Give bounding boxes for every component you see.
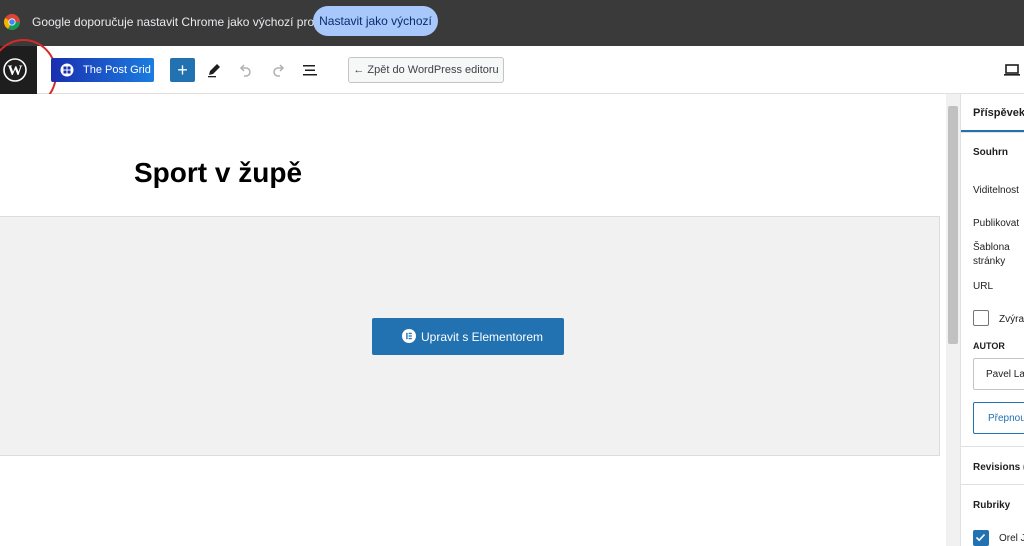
set-default-browser-button[interactable]: Nastavit jako výchozí bbox=[313, 6, 438, 36]
sticky-checkbox[interactable] bbox=[973, 310, 989, 326]
scrollbar-thumb[interactable] bbox=[948, 106, 958, 344]
author-heading: AUTOR bbox=[973, 341, 1005, 351]
chrome-default-browser-infobar: Google doporučuje nastavit Chrome jako v… bbox=[0, 0, 1024, 46]
divider bbox=[961, 446, 1024, 447]
category-item-label: Orel J bbox=[999, 533, 1024, 544]
revisions-link[interactable]: Revisions ( bbox=[973, 462, 1024, 473]
visibility-label: Viditelnost bbox=[973, 185, 1019, 196]
post-grid-button[interactable]: The Post Grid bbox=[51, 58, 154, 82]
post-grid-label: The Post Grid bbox=[83, 64, 151, 76]
author-select[interactable]: Pavel Lav bbox=[973, 358, 1024, 390]
divider bbox=[961, 484, 1024, 485]
sticky-label: Zvýraz bbox=[999, 314, 1024, 325]
back-to-wordpress-editor-button[interactable]: ← Zpět do WordPress editoru bbox=[348, 57, 504, 83]
post-title[interactable]: Sport v župě bbox=[134, 157, 302, 189]
url-label: URL bbox=[973, 281, 994, 292]
category-checkbox[interactable] bbox=[973, 530, 989, 546]
desktop-preview-icon[interactable] bbox=[1004, 63, 1020, 77]
editor-toolbar: W The Post Grid + ← Zpět do WordPress ed… bbox=[0, 39, 1024, 109]
settings-sidebar: Příspěvek Souhrn Viditelnost Publikovat … bbox=[960, 94, 1024, 546]
publish-label: Publikovat bbox=[973, 218, 1020, 229]
switch-button-label: Přepnou bbox=[988, 413, 1024, 424]
author-value: Pavel Lav bbox=[986, 369, 1024, 380]
divider bbox=[961, 132, 1024, 133]
edit-with-elementor-button[interactable]: Upravit s Elementorem bbox=[372, 318, 564, 355]
switch-to-draft-button[interactable]: Přepnou bbox=[973, 402, 1024, 434]
edit-pencil-icon[interactable] bbox=[204, 60, 224, 80]
checkmark-icon bbox=[975, 533, 986, 542]
add-block-button[interactable]: + bbox=[170, 58, 195, 82]
post-grid-icon bbox=[60, 63, 74, 77]
elementor-icon bbox=[402, 329, 416, 343]
list-view-icon[interactable] bbox=[300, 60, 320, 80]
chrome-logo-icon bbox=[4, 14, 20, 30]
redo-icon[interactable] bbox=[268, 60, 288, 80]
canvas-scrollbar[interactable] bbox=[946, 94, 960, 546]
edit-with-elementor-label: Upravit s Elementorem bbox=[421, 330, 544, 344]
template-label-line1: Šablona bbox=[973, 242, 1010, 253]
editor-canvas: Sport v župě Upravit s Elementorem bbox=[0, 94, 946, 546]
template-label-line2: stránky bbox=[973, 256, 1006, 267]
categories-panel-toggle[interactable]: Rubriky bbox=[973, 500, 1010, 511]
undo-icon[interactable] bbox=[236, 60, 256, 80]
tab-post[interactable]: Příspěvek bbox=[973, 107, 1024, 119]
summary-panel-toggle[interactable]: Souhrn bbox=[973, 147, 1008, 158]
elementor-placeholder: Upravit s Elementorem bbox=[0, 216, 940, 456]
infobar-message: Google doporučuje nastavit Chrome jako v… bbox=[32, 15, 346, 29]
